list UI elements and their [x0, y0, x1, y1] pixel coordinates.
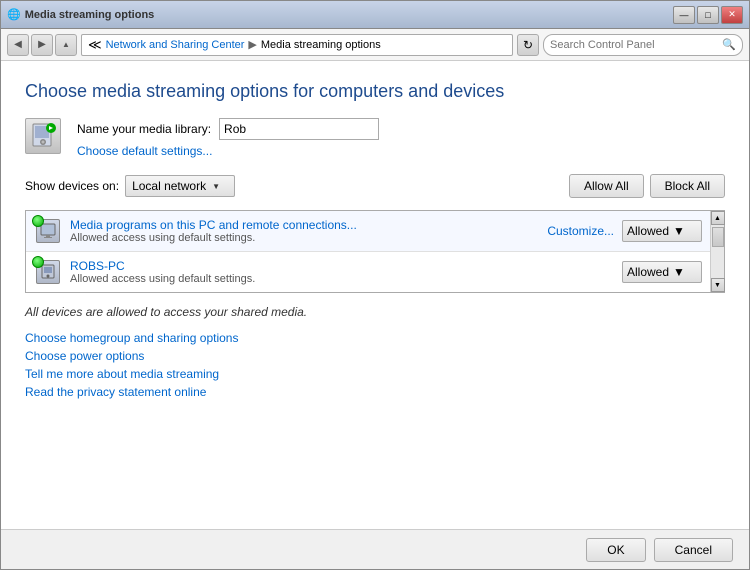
search-box: 🔍 — [543, 34, 743, 56]
block-all-button[interactable]: Block All — [650, 174, 725, 198]
refresh-button[interactable]: ↻ — [517, 34, 539, 56]
device-desc-2: Allowed access using default settings. — [70, 273, 614, 285]
search-input[interactable] — [550, 39, 718, 51]
breadcrumb-icon: ≪ — [88, 37, 102, 53]
device-icon-1 — [34, 217, 62, 245]
green-status-dot — [32, 215, 44, 227]
link-media-streaming[interactable]: Tell me more about media streaming — [25, 367, 725, 381]
show-devices-left: Show devices on: Local network ▼ — [25, 175, 235, 197]
name-row: Name your media library: Choose default … — [25, 118, 725, 158]
main-content: Choose media streaming options for compu… — [1, 61, 749, 529]
bottom-bar: OK Cancel — [1, 529, 749, 569]
links-section: Choose homegroup and sharing options Cho… — [25, 331, 725, 399]
status-message: All devices are allowed to access your s… — [25, 305, 725, 319]
device-status-value-1: Allowed — [627, 224, 669, 238]
name-input-row: Name your media library: — [77, 118, 379, 140]
window-title: Media streaming options — [25, 9, 155, 21]
link-privacy[interactable]: Read the privacy statement online — [25, 385, 725, 399]
scrollbar-vertical: ▲ ▼ — [710, 211, 724, 292]
media-icon — [25, 118, 65, 158]
device-rows: Media programs on this PC and remote con… — [26, 211, 710, 292]
scroll-track — [711, 225, 724, 278]
breadcrumb: ≪ Network and Sharing Center ▶ Media str… — [81, 34, 513, 56]
maximize-button[interactable]: □ — [697, 6, 719, 24]
show-devices-label: Show devices on: — [25, 179, 119, 193]
cancel-button[interactable]: Cancel — [654, 538, 733, 562]
media-library-label: Name your media library: — [77, 122, 211, 136]
device-list-inner: Media programs on this PC and remote con… — [26, 211, 724, 292]
scroll-down-button[interactable]: ▼ — [711, 278, 725, 292]
minimize-button[interactable]: — — [673, 6, 695, 24]
device-info-2: ROBS-PC Allowed access using default set… — [70, 259, 614, 285]
forward-button[interactable]: ▶ — [31, 34, 53, 56]
show-devices-right: Allow All Block All — [569, 174, 725, 198]
scroll-up-button[interactable]: ▲ — [711, 211, 725, 225]
default-settings-link[interactable]: Choose default settings... — [77, 144, 379, 158]
nav-buttons: ◀ ▶ ▲ — [7, 34, 77, 56]
search-icon[interactable]: 🔍 — [722, 38, 736, 51]
device-info-1: Media programs on this PC and remote con… — [70, 218, 539, 244]
scroll-thumb[interactable] — [712, 227, 724, 247]
address-bar: ◀ ▶ ▲ ≪ Network and Sharing Center ▶ Med… — [1, 29, 749, 61]
device-name-1[interactable]: Media programs on this PC and remote con… — [70, 218, 539, 232]
device-desc-1: Allowed access using default settings. — [70, 232, 539, 244]
ok-button[interactable]: OK — [586, 538, 645, 562]
device-status-arrow-2: ▼ — [673, 265, 685, 279]
back-button[interactable]: ◀ — [7, 34, 29, 56]
green-status-dot-2 — [32, 256, 44, 268]
window-icon: 🌐 — [7, 8, 21, 21]
media-library-input[interactable] — [219, 118, 379, 140]
device-row-2: ROBS-PC Allowed access using default set… — [26, 252, 710, 292]
link-power-options[interactable]: Choose power options — [25, 349, 725, 363]
title-bar: 🌐 Media streaming options — □ ✕ — [1, 1, 749, 29]
title-bar-buttons: — □ ✕ — [673, 6, 743, 24]
dropdown-arrow-icon: ▼ — [212, 182, 220, 191]
breadcrumb-current: Media streaming options — [261, 39, 381, 51]
up-button[interactable]: ▲ — [55, 34, 77, 56]
close-button[interactable]: ✕ — [721, 6, 743, 24]
device-status-dropdown-2[interactable]: Allowed ▼ — [622, 261, 702, 283]
device-status-value-2: Allowed — [627, 265, 669, 279]
breadcrumb-separator: ▶ — [248, 38, 256, 51]
media-icon-image — [25, 118, 61, 154]
device-status-dropdown-1[interactable]: Allowed ▼ — [622, 220, 702, 242]
show-devices-dropdown[interactable]: Local network ▼ — [125, 175, 235, 197]
device-status-arrow-1: ▼ — [673, 224, 685, 238]
show-devices-row: Show devices on: Local network ▼ Allow A… — [25, 174, 725, 198]
device-row: Media programs on this PC and remote con… — [26, 211, 710, 252]
device-name-2[interactable]: ROBS-PC — [70, 259, 614, 273]
page-title: Choose media streaming options for compu… — [25, 81, 725, 102]
link-homegroup[interactable]: Choose homegroup and sharing options — [25, 331, 725, 345]
show-devices-value: Local network — [132, 179, 206, 193]
device-customize-1[interactable]: Customize... — [547, 224, 614, 238]
device-list-wrapper: Media programs on this PC and remote con… — [25, 210, 725, 293]
allow-all-button[interactable]: Allow All — [569, 174, 644, 198]
title-bar-left: 🌐 Media streaming options — [7, 8, 154, 21]
main-window: 🌐 Media streaming options — □ ✕ ◀ ▶ ▲ ≪ … — [0, 0, 750, 570]
name-label-section: Name your media library: Choose default … — [77, 118, 379, 158]
breadcrumb-network-sharing[interactable]: Network and Sharing Center — [106, 39, 245, 51]
device-icon-2 — [34, 258, 62, 286]
